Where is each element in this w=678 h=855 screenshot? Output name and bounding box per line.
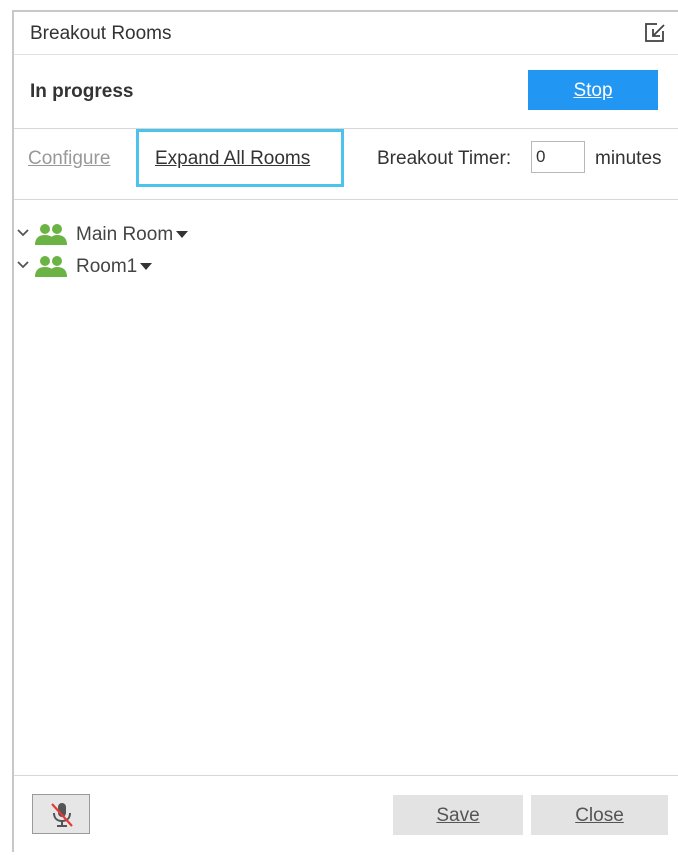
- chevron-down-icon[interactable]: [16, 258, 30, 272]
- breakout-rooms-panel: Breakout Rooms In progress Stop Configur…: [12, 10, 678, 852]
- room-label[interactable]: Room1: [76, 256, 153, 278]
- breakout-timer-label: Breakout Timer:: [377, 148, 512, 169]
- people-icon: [34, 223, 68, 247]
- people-icon: [34, 255, 68, 279]
- stop-button[interactable]: Stop: [528, 70, 658, 110]
- save-button-label: Save: [436, 805, 480, 826]
- close-button-label: Close: [575, 805, 624, 826]
- room-name: Room1: [76, 256, 138, 277]
- save-button[interactable]: Save: [393, 795, 523, 835]
- configure-link[interactable]: Configure: [28, 148, 110, 170]
- dropdown-caret-icon[interactable]: [140, 263, 153, 271]
- expand-all-rooms-link[interactable]: Expand All Rooms: [155, 148, 310, 170]
- popout-icon[interactable]: [644, 22, 666, 44]
- dialog-title: Breakout Rooms: [30, 23, 172, 44]
- title-bar: Breakout Rooms: [14, 12, 678, 55]
- room-label[interactable]: Main Room: [76, 224, 189, 246]
- mute-toggle-button[interactable]: [32, 794, 90, 834]
- timer-unit-label: minutes: [595, 148, 662, 169]
- status-row: In progress Stop: [14, 54, 678, 129]
- breakout-timer-input[interactable]: [531, 141, 585, 173]
- expand-all-rooms-focus-ring: Expand All Rooms: [136, 129, 344, 187]
- chevron-down-icon[interactable]: [16, 226, 30, 240]
- footer-bar: Save Close: [14, 775, 678, 855]
- close-button[interactable]: Close: [531, 795, 668, 835]
- toolbar: Configure Expand All Rooms Breakout Time…: [14, 129, 678, 200]
- status-text: In progress: [30, 81, 134, 102]
- mic-muted-icon: [51, 803, 73, 827]
- dropdown-caret-icon[interactable]: [176, 231, 189, 239]
- stop-button-label: Stop: [573, 80, 613, 101]
- room-name: Main Room: [76, 224, 174, 245]
